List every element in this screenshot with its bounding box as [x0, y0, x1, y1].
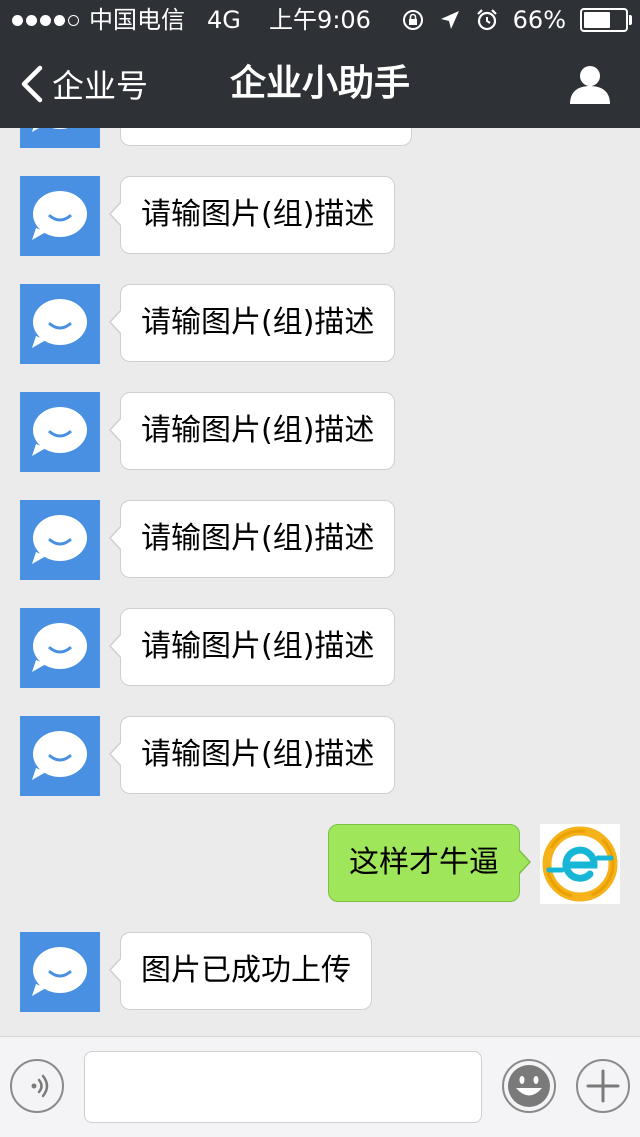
alarm-icon	[476, 9, 497, 31]
chat-bot-icon	[32, 407, 87, 456]
bot-avatar[interactable]	[20, 392, 100, 472]
voice-icon	[31, 1074, 49, 1098]
battery-icon	[580, 8, 632, 32]
sent-message-bubble[interactable]: 这样才牛逼	[328, 824, 531, 902]
message-input[interactable]	[84, 1051, 482, 1123]
input-bar	[0, 1036, 640, 1137]
message-bubble[interactable]: 请输图片(组)描述	[108, 500, 396, 578]
user-avatar[interactable]	[540, 824, 620, 904]
message-bubble[interactable]: 请输图片(组)描述	[108, 176, 396, 254]
chat-bot-icon	[32, 731, 87, 780]
message-row: 请输图片(组)描述	[0, 500, 640, 580]
profile-icon[interactable]	[568, 62, 612, 106]
chat-bot-icon	[32, 515, 87, 564]
message-bubble[interactable]: 请输图片(组)描述	[108, 608, 396, 686]
message-row: 请输图片(组)描述	[0, 392, 640, 472]
battery-level	[584, 12, 610, 28]
message-bubble[interactable]: 请输图片(组)描述	[108, 392, 396, 470]
bot-avatar[interactable]	[20, 932, 100, 1012]
bot-avatar[interactable]	[20, 284, 100, 364]
nav-bar: 企业号 企业小助手	[0, 40, 640, 128]
chat-bot-icon	[32, 623, 87, 672]
bot-avatar[interactable]	[20, 608, 100, 688]
page-title: 企业小助手	[229, 63, 410, 104]
emoji-button[interactable]	[502, 1059, 556, 1113]
location-icon	[440, 11, 459, 29]
message-row: 这样才牛逼	[0, 824, 640, 904]
message-row: 图片已成功上传	[0, 932, 640, 1012]
chat-bot-icon	[32, 299, 87, 348]
plus-icon	[586, 1069, 620, 1103]
message-row: 请输图片(组)描述	[0, 176, 640, 256]
voice-button[interactable]	[10, 1059, 64, 1113]
emoji-icon	[508, 1065, 550, 1107]
message-bubble[interactable]: 图片已成功上传	[109, 932, 372, 1010]
message-bubble[interactable]: 请输图片(组)描述	[108, 284, 396, 362]
user-logo-icon	[542, 826, 618, 902]
top-bar: 中国电信 4G 上午9:06 66% 企业号 企业小助手	[0, 0, 640, 128]
message-row: 请输图片(组)描述	[0, 608, 640, 688]
bot-avatar[interactable]	[20, 716, 100, 796]
message-bubble[interactable]: 请输图片(组)描述	[108, 716, 396, 794]
rotation-lock-icon	[402, 10, 423, 30]
plus-button[interactable]	[576, 1059, 630, 1113]
bot-avatar[interactable]	[20, 500, 100, 580]
status-bar: 中国电信 4G 上午9:06 66%	[0, 0, 640, 40]
chat-bot-icon	[32, 947, 87, 996]
status-right: 66%	[401, 0, 632, 40]
bot-avatar[interactable]	[20, 176, 100, 256]
message-row: 请输图片(组)描述	[0, 716, 640, 796]
chat-bot-icon	[32, 191, 87, 240]
battery-percent: 66%	[512, 6, 566, 34]
message-row: 请输图片(组)描述	[0, 284, 640, 364]
